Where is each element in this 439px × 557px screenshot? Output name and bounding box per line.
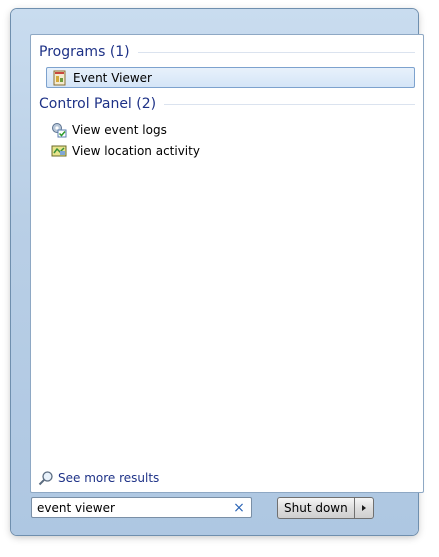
result-item-label: View event logs (72, 122, 167, 137)
location-activity-icon (51, 145, 67, 156)
chevron-right-icon (361, 505, 366, 511)
programs-group-title: Programs (1) (39, 44, 130, 60)
result-item-label: Event Viewer (73, 70, 152, 85)
shutdown-options-button[interactable] (353, 497, 374, 519)
programs-group-header: Programs (1) (39, 42, 415, 62)
see-more-label: See more results (58, 471, 160, 485)
clear-search-icon[interactable]: × (231, 500, 247, 516)
result-item-event-viewer[interactable]: Event Viewer (46, 67, 415, 88)
search-results-panel: Programs (1) Event Viewer Control Panel … (30, 34, 424, 493)
start-menu-frame: Programs (1) Event Viewer Control Panel … (11, 9, 424, 535)
shutdown-group: Shut down (277, 497, 374, 519)
group-divider (164, 103, 415, 105)
group-divider (137, 51, 415, 53)
shutdown-button[interactable]: Shut down (277, 497, 354, 519)
result-item-view-location-activity[interactable]: View location activity (46, 140, 200, 161)
event-logs-icon (52, 122, 67, 137)
control-panel-group-title: Control Panel (2) (39, 96, 157, 112)
search-box[interactable]: × (31, 497, 252, 518)
search-input[interactable] (32, 498, 227, 517)
control-panel-group-header: Control Panel (2) (39, 94, 415, 114)
result-item-label: View location activity (72, 143, 200, 158)
see-more-results-link[interactable]: See more results (38, 469, 159, 487)
event-viewer-icon (53, 70, 66, 85)
magnifier-icon (38, 471, 53, 486)
result-item-view-event-logs[interactable]: View event logs (46, 119, 167, 140)
